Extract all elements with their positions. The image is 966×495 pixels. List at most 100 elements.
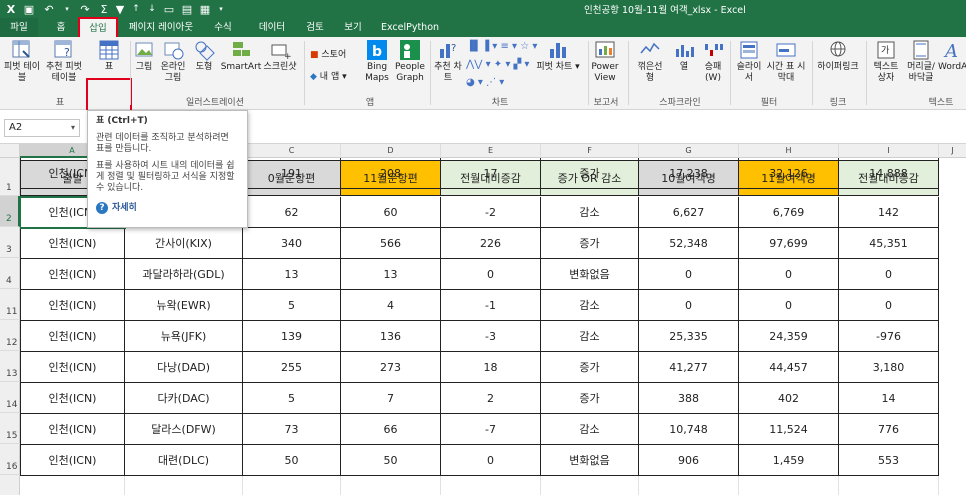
table-cell[interactable]: 14,888 <box>839 158 939 189</box>
table-cell[interactable]: 다카(DAC) <box>125 383 243 414</box>
table-cell[interactable]: 50 <box>243 445 341 476</box>
table-cell[interactable]: 변화없음 <box>541 259 639 290</box>
table-cell[interactable]: 18 <box>441 352 541 383</box>
table-cell[interactable]: 4 <box>341 290 441 321</box>
my-apps-button[interactable]: ◆ 내 앱 ▾ <box>310 69 347 82</box>
table-cell[interactable]: 402 <box>739 383 839 414</box>
table-cell[interactable]: 142 <box>839 197 939 228</box>
screenshot-button[interactable]: + 스크린샷 <box>262 39 298 73</box>
table-cell[interactable]: -7 <box>441 414 541 445</box>
table-cell[interactable]: 0 <box>639 259 739 290</box>
name-box[interactable]: A2 ▾ <box>4 119 80 137</box>
table-cell[interactable]: 17,238 <box>639 158 739 189</box>
tab-page-layout[interactable]: 페이지 레이아웃 <box>118 18 204 37</box>
table-cell[interactable]: 776 <box>839 414 939 445</box>
sparkline-line-button[interactable]: 꺾은선형 <box>634 39 666 84</box>
table-cell[interactable]: 변화없음 <box>541 445 639 476</box>
table-cell[interactable]: 13 <box>243 259 341 290</box>
row-header-14[interactable]: 14 <box>0 382 20 413</box>
table-cell[interactable]: 45,351 <box>839 228 939 259</box>
row-header-4[interactable]: 4 <box>0 258 20 289</box>
tab-home[interactable]: 홈 <box>48 18 74 37</box>
table-cell[interactable]: 66 <box>341 414 441 445</box>
table-cell[interactable]: 0 <box>839 290 939 321</box>
folder-icon[interactable]: ▭ <box>162 1 176 17</box>
table-cell[interactable]: 인천(ICN) <box>20 259 125 290</box>
row-header-12[interactable]: 12 <box>0 320 20 351</box>
table-cell[interactable]: 50 <box>341 445 441 476</box>
table-cell[interactable]: 25,335 <box>639 321 739 352</box>
table-cell[interactable]: 0 <box>739 290 839 321</box>
tab-excelpython[interactable]: ExcelPython <box>378 18 442 37</box>
table-cell[interactable]: 553 <box>839 445 939 476</box>
table-cell[interactable]: 인천(ICN) <box>20 383 125 414</box>
line-chart-button[interactable]: ⋀⋁ ▾ ✦ ▾ ▞ ▾ <box>466 59 529 70</box>
table-cell[interactable]: 566 <box>341 228 441 259</box>
table-cell[interactable]: 60 <box>341 197 441 228</box>
form-icon[interactable]: ▤ <box>180 1 194 17</box>
table-cell[interactable]: 증가 <box>541 383 639 414</box>
undo-dropdown-icon[interactable]: ▾ <box>62 1 72 17</box>
power-view-button[interactable]: Power View <box>590 39 620 84</box>
table-cell[interactable]: 340 <box>243 228 341 259</box>
row-header-3[interactable]: 3 <box>0 227 20 258</box>
row-header-2[interactable]: 2 <box>0 196 20 227</box>
table-cell[interactable]: 73 <box>243 414 341 445</box>
store-button[interactable]: ■ 스토어 <box>310 47 346 60</box>
table-cell[interactable]: 14 <box>839 383 939 414</box>
tooltip-more-link[interactable]: ? 자세히 <box>96 202 239 214</box>
table-cell[interactable]: 62 <box>243 197 341 228</box>
table-cell[interactable]: 달라스(DFW) <box>125 414 243 445</box>
table-cell[interactable]: 5 <box>243 383 341 414</box>
sort-desc-icon[interactable]: ↓ <box>146 1 158 17</box>
tab-insert[interactable]: 삽입 <box>80 18 116 37</box>
tab-data[interactable]: 데이터 <box>254 18 290 37</box>
sparkline-column-button[interactable]: 열 <box>670 39 698 73</box>
table-cell[interactable]: 0 <box>739 259 839 290</box>
customize-icon[interactable]: ▾ <box>216 1 226 17</box>
slicer-button[interactable]: 슬라이서 <box>734 39 764 84</box>
table-cell[interactable]: -976 <box>839 321 939 352</box>
column-header-j[interactable]: J <box>939 144 966 158</box>
table-cell[interactable]: 6,769 <box>739 197 839 228</box>
table-cell[interactable]: 0 <box>441 445 541 476</box>
header-footer-button[interactable]: 머리글/ 바닥글 <box>904 39 938 84</box>
table-cell[interactable]: 대련(DLC) <box>125 445 243 476</box>
table-cell[interactable]: 255 <box>243 352 341 383</box>
table-cell[interactable]: 과달라하라(GDL) <box>125 259 243 290</box>
table-cell[interactable]: 인천(ICN) <box>20 352 125 383</box>
redo-icon[interactable]: ↷ <box>78 1 92 17</box>
online-picture-button[interactable]: 온라인 그림 <box>158 39 188 84</box>
table-cell[interactable]: 10,748 <box>639 414 739 445</box>
pie-chart-button[interactable]: ◕ ▾ ⋰ ▾ <box>466 77 504 88</box>
row-header-16[interactable]: 16 <box>0 444 20 475</box>
filter-icon[interactable]: ▼ <box>114 1 126 17</box>
table-cell[interactable]: 41,277 <box>639 352 739 383</box>
column-header-f[interactable]: F <box>541 144 639 158</box>
table-cell[interactable]: 0 <box>839 259 939 290</box>
smartart-button[interactable]: SmartArt <box>220 39 262 73</box>
tab-formulas[interactable]: 수식 <box>208 18 238 37</box>
table-cell[interactable]: 5 <box>243 290 341 321</box>
table-cell[interactable]: 273 <box>341 352 441 383</box>
sum-icon[interactable]: Σ <box>98 1 110 17</box>
table-cell[interactable]: 3,180 <box>839 352 939 383</box>
table-cell[interactable]: 감소 <box>541 290 639 321</box>
form2-icon[interactable]: ▦ <box>198 1 212 17</box>
bing-maps-button[interactable]: b Bing Maps <box>362 39 392 84</box>
row-header-1[interactable]: 1 <box>0 158 20 196</box>
table-cell[interactable]: 인천(ICN) <box>20 290 125 321</box>
text-box-button[interactable]: 가 텍스트 상자 <box>870 39 902 84</box>
table-cell[interactable]: 증가 <box>541 158 639 189</box>
tab-view[interactable]: 보기 <box>340 18 366 37</box>
row-header-15[interactable]: 15 <box>0 413 20 444</box>
timeline-button[interactable]: 시간 표 시 막대 <box>766 39 806 84</box>
table-cell[interactable]: 인천(ICN) <box>20 414 125 445</box>
table-cell[interactable]: 6,627 <box>639 197 739 228</box>
column-header-i[interactable]: I <box>839 144 939 158</box>
table-cell[interactable]: -2 <box>441 197 541 228</box>
select-all-corner[interactable] <box>0 144 20 158</box>
save-icon[interactable]: ▣ <box>22 1 36 17</box>
table-cell[interactable]: 0 <box>639 290 739 321</box>
table-cell[interactable]: 뉴욕(JFK) <box>125 321 243 352</box>
